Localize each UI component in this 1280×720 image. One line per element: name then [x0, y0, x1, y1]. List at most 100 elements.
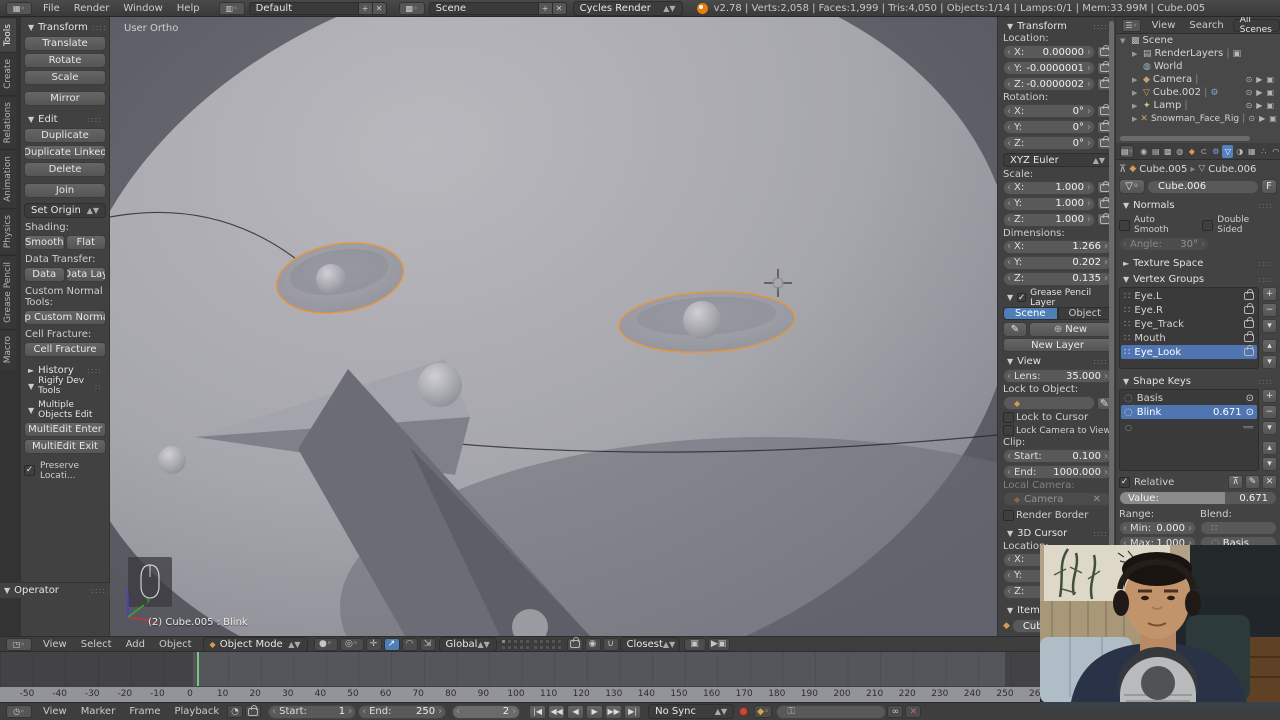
rotation-y-field[interactable]: Y:0° — [1003, 120, 1095, 134]
relative-checkbox[interactable]: ✓ — [1119, 477, 1130, 488]
shapekey-move-up-button[interactable]: ▴ — [1262, 441, 1277, 455]
panel-grip-icon[interactable]: :::: — [1258, 275, 1273, 284]
render-border-checkbox[interactable] — [1003, 510, 1014, 521]
shapekey-remove-button[interactable]: − — [1262, 405, 1277, 419]
clip-start-field[interactable]: Start:0.100 — [1003, 449, 1112, 463]
data-layout-button[interactable]: Data Lay — [66, 267, 107, 282]
delete-keyframe-icon[interactable]: ✕ — [905, 705, 921, 718]
rotation-z-field[interactable]: Z:0° — [1003, 136, 1095, 150]
add-scene-button[interactable]: + — [539, 2, 553, 15]
panel-grip-icon[interactable]: :::: — [1258, 377, 1273, 386]
shapekey-add-button[interactable]: + — [1262, 389, 1277, 403]
scale-y-field[interactable]: Y:1.000 — [1003, 197, 1095, 211]
panel-transform-n[interactable]: ▼ Transform:::: — [1003, 19, 1112, 33]
delete-scene-button[interactable]: ✕ — [553, 2, 567, 15]
tab-constraints[interactable]: ⊂ — [1198, 145, 1209, 158]
timeline-editor-icon[interactable]: ◷◦ — [6, 705, 32, 718]
gp-new-layer-button[interactable]: New Layer — [1003, 338, 1112, 352]
outliner-editor-icon[interactable]: ☰◦ — [1122, 19, 1141, 32]
location-y-field[interactable]: Y:-0.0000001 — [1003, 61, 1095, 75]
vgroup-row-mouth[interactable]: ∷Mouth — [1121, 331, 1257, 345]
add-layout-button[interactable]: + — [359, 2, 373, 15]
tab-object[interactable]: ◆ — [1186, 145, 1197, 158]
outliner-menu-search[interactable]: Search — [1182, 17, 1230, 33]
pin-icon[interactable]: ⊼ — [1119, 164, 1126, 175]
vp-menu-view[interactable]: View — [36, 637, 74, 651]
panel-normals[interactable]: ▼ Normals:::: — [1119, 197, 1277, 213]
scale-x-field[interactable]: X:1.000 — [1003, 181, 1095, 195]
gp-draw-mode-button[interactable]: ✎ — [1003, 322, 1027, 337]
location-z-field[interactable]: Z:-0.0000002 — [1003, 77, 1095, 91]
renderability-icon[interactable]: ▣ — [1269, 114, 1277, 123]
tl-menu-view[interactable]: View — [36, 703, 74, 720]
panel-texture-space[interactable]: ► Texture Space:::: — [1119, 255, 1277, 271]
list-filter-icon[interactable]: ○ — [1125, 423, 1132, 432]
outliner-row-snowman-rig[interactable]: ▶ ✕ Snowman_Face_Rig| ⊙▶▣ — [1116, 112, 1280, 125]
visibility-eye-icon[interactable]: ⊙ — [1246, 75, 1253, 84]
panel-grip-icon[interactable]: :::: — [87, 115, 102, 124]
visibility-eye-icon[interactable]: ⊙ — [1248, 114, 1255, 123]
screen-layout-icon[interactable]: ▥◦ — [219, 2, 245, 15]
tab-physics[interactable]: ◠ — [1270, 145, 1280, 158]
lens-field[interactable]: Lens:35.000 — [1003, 369, 1112, 383]
lock-to-cursor-checkbox[interactable] — [1003, 412, 1014, 423]
frame-start-field[interactable]: Start:1 — [268, 705, 356, 719]
snap-element-dropdown[interactable]: Closest▲▼ — [620, 637, 680, 652]
shapekey-specials-button[interactable]: ▾ — [1262, 421, 1277, 435]
insert-keyframe-icon[interactable]: ∞ — [887, 705, 903, 718]
preserve-location-checkbox[interactable]: ✓ — [24, 465, 35, 476]
panel-view[interactable]: ▼ View:::: — [1003, 354, 1112, 368]
clip-end-field[interactable]: End:1000.000 — [1003, 465, 1112, 479]
tab-tools[interactable]: Tools — [0, 17, 16, 52]
manipulator-rotate-icon[interactable]: ◠ — [402, 638, 418, 651]
gp-new-button[interactable]: ⊕New — [1029, 322, 1112, 337]
tab-relations[interactable]: Relations — [0, 95, 16, 149]
duplicate-button[interactable]: Duplicate — [24, 128, 106, 143]
panel-transform[interactable]: ▼ Transform:::: — [24, 19, 106, 35]
viewport-3d[interactable]: y x z User Ortho (2) Cube.005 : Blink — [110, 17, 997, 636]
rotation-x-field[interactable]: X:0° — [1003, 104, 1095, 118]
range-min-field[interactable]: Min:0.000 — [1119, 521, 1196, 535]
outliner-row-world[interactable]: ◍ World — [1116, 60, 1280, 73]
set-origin-dropdown[interactable]: Set Origin▲▼ — [24, 203, 106, 218]
shapekey-row-blink[interactable]: ◌Blink0.671⊙ — [1121, 405, 1257, 419]
vgroup-row-eye-l[interactable]: ∷Eye.L — [1121, 289, 1257, 303]
vp-menu-select[interactable]: Select — [74, 637, 119, 651]
outliner-row-cube002[interactable]: ▶ ▽ Cube.002| ⚙ ⊙▶▣ — [1116, 86, 1280, 99]
scale-z-field[interactable]: Z:1.000 — [1003, 213, 1095, 227]
tab-material[interactable]: ◑ — [1234, 145, 1245, 158]
mesh-name-field[interactable]: Cube.006 — [1147, 180, 1259, 194]
menu-render[interactable]: Render — [67, 0, 117, 16]
tab-animation[interactable]: Animation — [0, 149, 16, 208]
location-x-field[interactable]: X:0.00000 — [1003, 45, 1095, 59]
vgroup-row-eye-r[interactable]: ∷Eye.R — [1121, 303, 1257, 317]
mesh-browse-dropdown[interactable]: ▽◦ — [1119, 179, 1145, 194]
auto-keying-icon[interactable]: ◆◦ — [754, 705, 772, 718]
play-reverse-button[interactable]: ◀ — [567, 705, 584, 719]
expand-icon[interactable]: ▶ — [1132, 50, 1140, 58]
left-eyeball[interactable] — [316, 264, 346, 294]
lock-to-object-field[interactable]: ◆ — [1003, 396, 1095, 410]
prev-keyframe-button[interactable]: ◀◀ — [548, 705, 565, 719]
panel-grip-icon[interactable]: :::: — [91, 586, 106, 595]
tab-scene[interactable]: ▩ — [1162, 145, 1173, 158]
scene-browse-icon[interactable]: ▩◦ — [399, 2, 425, 15]
expand-icon[interactable]: ▶ — [1132, 102, 1140, 110]
gp-object-toggle[interactable]: Object — [1058, 307, 1113, 320]
manipulator-scale-icon[interactable]: ⇲ — [420, 638, 436, 651]
visibility-eye-icon[interactable]: ⊙ — [1246, 88, 1253, 97]
outliner-row-lamp[interactable]: ▶ ✦ Lamp| ⊙▶▣ — [1116, 99, 1280, 112]
mute-eye-icon[interactable]: ⊙ — [1246, 393, 1254, 404]
edit-mode-shapekey-button[interactable]: ✎ — [1245, 475, 1260, 489]
shapekey-row-basis[interactable]: ◌Basis⊙ — [1121, 391, 1257, 405]
tl-menu-frame[interactable]: Frame — [122, 703, 167, 720]
mute-eye-icon[interactable]: ⊙ — [1246, 407, 1254, 418]
expand-icon[interactable]: ▶ — [1132, 115, 1137, 123]
visibility-eye-icon[interactable]: ⊙ — [1246, 101, 1253, 110]
clear-shapekeys-button[interactable]: ✕ — [1262, 475, 1277, 489]
play-button[interactable]: ▶ — [586, 705, 603, 719]
tab-render-layers[interactable]: ▤ — [1150, 145, 1161, 158]
outliner-row-camera[interactable]: ▶ ◆ Camera| ⊙▶▣ — [1116, 73, 1280, 86]
delete-button[interactable]: Delete — [24, 162, 106, 177]
join-button[interactable]: Join — [24, 183, 106, 198]
